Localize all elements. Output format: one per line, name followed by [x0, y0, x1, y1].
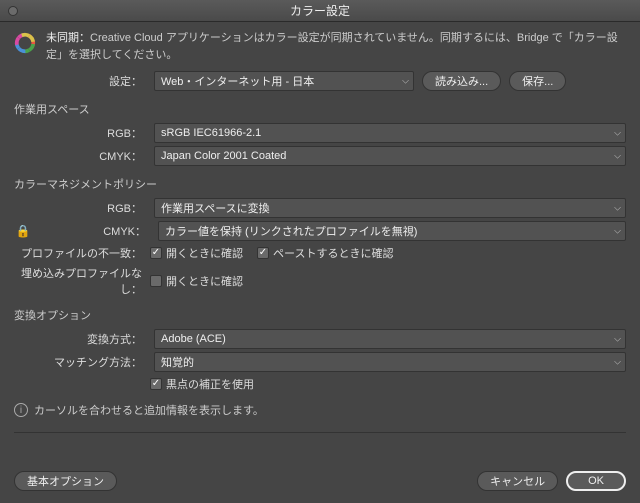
- creative-cloud-icon: [14, 32, 36, 54]
- intent-label: マッチング方法：: [14, 354, 146, 370]
- intent-select[interactable]: 知覚的 ⌵: [154, 352, 626, 372]
- blackpoint-checkbox[interactable]: [150, 378, 162, 390]
- settings-label: 設定：: [14, 73, 146, 89]
- chevron-down-icon: ⌵: [614, 151, 621, 162]
- settings-preset-select[interactable]: Web・インターネット用 - 日本 ⌵: [154, 71, 414, 91]
- load-button[interactable]: 読み込み...: [422, 71, 501, 91]
- chevron-down-icon: ⌵: [614, 226, 621, 237]
- mismatch-paste-checkbox[interactable]: [257, 247, 269, 259]
- blackpoint-label: 黒点の補正を使用: [166, 376, 254, 392]
- mismatch-open-checkbox[interactable]: [150, 247, 162, 259]
- sync-warning-label: 未同期：: [46, 32, 90, 44]
- missing-open-checkbox[interactable]: [150, 275, 162, 287]
- title-bar: カラー設定: [0, 0, 640, 22]
- section-convert-title: 変換オプション: [14, 307, 626, 323]
- policy-cmyk-label: CMYK：: [40, 223, 150, 239]
- profile-mismatch-label: プロファイルの不一致：: [14, 245, 146, 261]
- dialog-title: カラー設定: [290, 2, 350, 19]
- sync-warning-text: 未同期：Creative Cloud アプリケーションはカラー設定が同期されてい…: [46, 30, 626, 63]
- workspace-rgb-select[interactable]: sRGB IEC61966-2.1 ⌵: [154, 123, 626, 143]
- missing-profile-label: 埋め込みプロファイルなし：: [14, 265, 146, 297]
- mismatch-open-label: 開くときに確認: [166, 245, 243, 261]
- workspace-cmyk-select[interactable]: Japan Color 2001 Coated ⌵: [154, 146, 626, 166]
- missing-open-label: 開くときに確認: [166, 273, 243, 289]
- chevron-down-icon: ⌵: [402, 76, 409, 87]
- ok-button[interactable]: OK: [566, 471, 626, 491]
- policy-rgb-label: RGB：: [14, 200, 146, 216]
- policy-cmyk-select[interactable]: カラー値を保持 (リンクされたプロファイルを無視) ⌵: [158, 221, 626, 241]
- section-policy-title: カラーマネジメントポリシー: [14, 176, 626, 192]
- info-icon: i: [14, 403, 28, 417]
- workspace-cmyk-label: CMYK：: [14, 148, 146, 164]
- engine-label: 変換方式：: [14, 331, 146, 347]
- mismatch-paste-label: ペーストするときに確認: [273, 245, 393, 261]
- chevron-down-icon: ⌵: [614, 128, 621, 139]
- workspace-rgb-label: RGB：: [14, 125, 146, 141]
- engine-select[interactable]: Adobe (ACE) ⌵: [154, 329, 626, 349]
- save-button[interactable]: 保存...: [509, 71, 566, 91]
- cancel-button[interactable]: キャンセル: [477, 471, 558, 491]
- chevron-down-icon: ⌵: [614, 203, 621, 214]
- policy-rgb-select[interactable]: 作業用スペースに変換 ⌵: [154, 198, 626, 218]
- chevron-down-icon: ⌵: [614, 357, 621, 368]
- lock-icon: 🔒: [16, 224, 31, 238]
- section-workspace-title: 作業用スペース: [14, 101, 626, 117]
- window-close-dot[interactable]: [8, 6, 18, 16]
- info-hint-text: カーソルを合わせると追加情報を表示します。: [34, 402, 264, 418]
- chevron-down-icon: ⌵: [614, 334, 621, 345]
- basic-options-button[interactable]: 基本オプション: [14, 471, 117, 491]
